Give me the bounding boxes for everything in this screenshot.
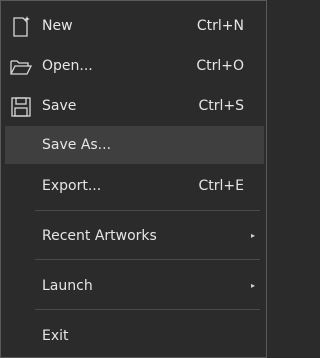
menu-item-save-shortcut: Ctrl+S	[198, 98, 244, 114]
menu-item-save-label: Save	[42, 98, 77, 114]
new-document-icon	[9, 15, 33, 39]
open-folder-icon	[9, 55, 33, 79]
menu-item-open-shortcut: Ctrl+O	[196, 58, 244, 74]
menu-item-recent-artworks[interactable]: Recent Artworks ▸	[5, 217, 264, 255]
submenu-arrow-icon: ▸	[250, 281, 255, 290]
menu-separator	[35, 259, 260, 260]
menu-item-open[interactable]: Open... Ctrl+O	[5, 47, 264, 85]
menu-item-export-shortcut: Ctrl+E	[198, 178, 245, 194]
menu-item-open-label: Open...	[42, 58, 93, 74]
menu-item-new[interactable]: New Ctrl+N	[5, 7, 264, 45]
menu-item-exit[interactable]: Exit	[5, 317, 264, 355]
menu-item-new-label: New	[42, 18, 73, 34]
menu-item-export-label: Export...	[42, 178, 102, 194]
menu-item-new-shortcut: Ctrl+N	[196, 18, 244, 34]
menu-item-save-as-label: Save As...	[42, 137, 112, 153]
menu-separator	[35, 210, 260, 211]
menu-item-exit-label: Exit	[42, 328, 69, 344]
menu-item-export[interactable]: Export... Ctrl+E	[5, 167, 264, 205]
menu-item-save[interactable]: Save Ctrl+S	[5, 87, 264, 125]
save-disk-icon	[9, 95, 33, 119]
menu-item-save-as[interactable]: Save As...	[5, 126, 264, 164]
menu-item-recent-artworks-label: Recent Artworks	[42, 228, 157, 244]
submenu-arrow-icon: ▸	[250, 231, 255, 240]
menu-item-launch-label: Launch	[42, 278, 93, 294]
menu-item-launch[interactable]: Launch ▸	[5, 267, 264, 305]
file-menu: New Ctrl+N Open... Ctrl+O Save Ctrl+S Sa…	[0, 0, 267, 358]
menu-separator	[35, 309, 260, 310]
